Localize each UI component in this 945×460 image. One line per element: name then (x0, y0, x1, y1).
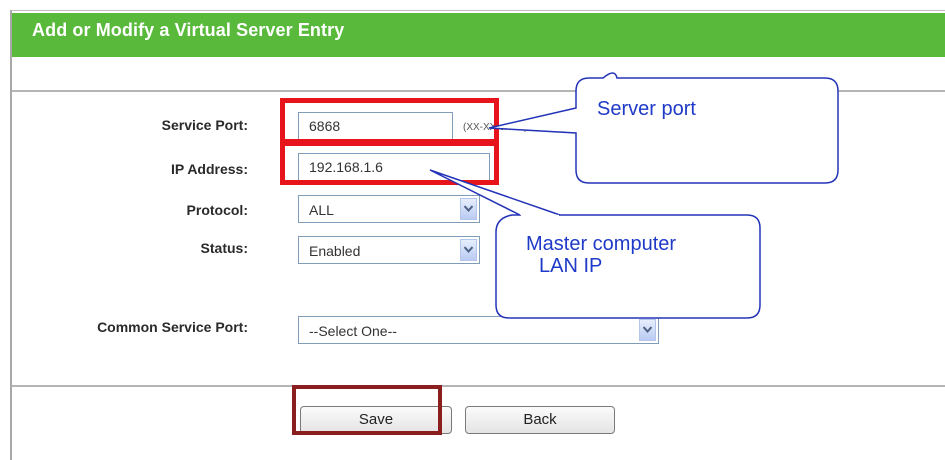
master-computer-annotation: Master computer (526, 233, 677, 255)
server-port-callout (488, 72, 839, 184)
lan-ip-annotation: LAN IP (539, 255, 603, 277)
master-computer-callout (495, 214, 761, 319)
server-port-annotation: Server port (597, 98, 696, 120)
callout-bubbles (429, 72, 839, 319)
